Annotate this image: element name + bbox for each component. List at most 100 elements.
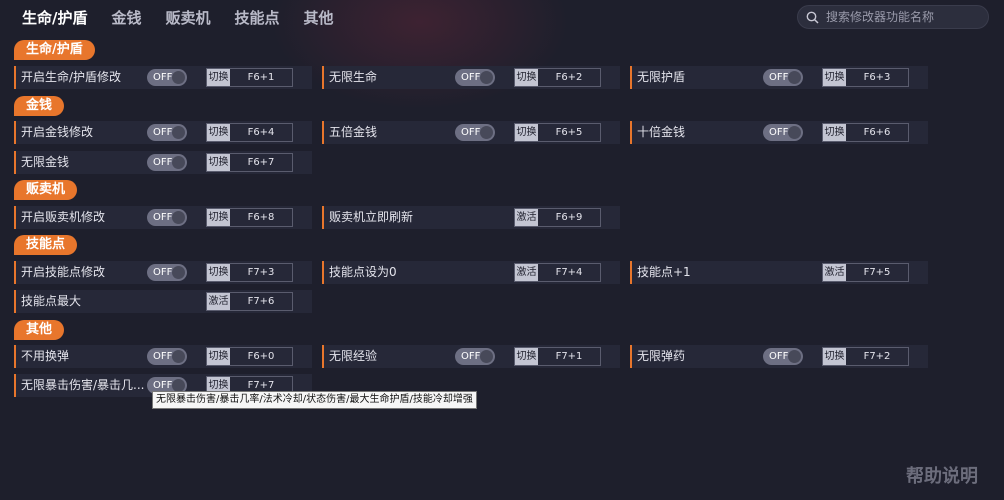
cheat-row: 开启金钱修改 OFF 切换 F6+4 — [14, 121, 312, 144]
hotkey-mode[interactable]: 激活 — [515, 209, 538, 226]
cheat-row: 不用换弹 OFF 切换 F6+0 — [14, 345, 312, 368]
category-nav: 生命/护盾 金钱 贩卖机 技能点 其他 — [22, 4, 358, 31]
hotkey-mode[interactable]: 切换 — [207, 264, 230, 281]
cheat-label: 技能点+1 — [637, 265, 691, 279]
hotkey-mode[interactable]: 激活 — [823, 264, 846, 281]
toggle-knob — [172, 156, 185, 169]
help-link[interactable]: 帮助说明 — [906, 462, 978, 488]
toggle-switch[interactable]: OFF — [455, 124, 495, 141]
toggle-state: OFF — [153, 351, 173, 362]
cheat-label: 技能点最大 — [21, 294, 82, 308]
cheat-row: 开启技能点修改 OFF 切换 F7+3 — [14, 261, 312, 284]
toggle-switch[interactable]: OFF — [147, 209, 187, 226]
hotkey-mode[interactable]: 切换 — [515, 124, 538, 141]
toggle-switch[interactable]: OFF — [147, 154, 187, 171]
hotkey-field[interactable]: 切换 F6+0 — [206, 347, 293, 366]
hotkey-mode[interactable]: 激活 — [515, 264, 538, 281]
hotkey-mode[interactable]: 切换 — [823, 348, 846, 365]
tab-4[interactable]: 其他 — [304, 4, 334, 31]
cheat-label: 无限暴击伤害/暴击几... — [21, 378, 145, 392]
hotkey-mode[interactable]: 切换 — [823, 124, 846, 141]
hotkey-field[interactable]: 切换 F6+8 — [206, 208, 293, 227]
cheat-label: 无限生命 — [329, 70, 378, 84]
toggle-switch[interactable]: OFF — [147, 69, 187, 86]
toggle-state: OFF — [769, 127, 789, 138]
cheat-row: 无限金钱 OFF 切换 F6+7 — [14, 151, 312, 174]
hotkey-key: F7+2 — [863, 351, 891, 362]
toggle-knob — [480, 126, 493, 139]
hotkey-mode[interactable]: 切换 — [515, 69, 538, 86]
hotkey-mode[interactable]: 切换 — [515, 348, 538, 365]
hotkey-field[interactable]: 切换 F6+6 — [822, 123, 909, 142]
hotkey-mode[interactable]: 切换 — [207, 124, 230, 141]
search-box[interactable] — [797, 5, 989, 29]
section-title: 贩卖机 — [14, 180, 78, 200]
cheat-label: 不用换弹 — [21, 349, 70, 363]
hotkey-field[interactable]: 切换 F6+4 — [206, 123, 293, 142]
cheat-label: 无限金钱 — [21, 155, 70, 169]
hotkey-mode[interactable]: 切换 — [207, 154, 230, 171]
cheat-label: 开启贩卖机修改 — [21, 210, 106, 224]
toggle-switch[interactable]: OFF — [147, 124, 187, 141]
hotkey-field[interactable]: 切换 F6+2 — [514, 68, 601, 87]
toggle-switch[interactable]: OFF — [455, 348, 495, 365]
cheat-label: 开启技能点修改 — [21, 265, 106, 279]
hotkey-field[interactable]: 激活 F7+4 — [514, 263, 601, 282]
hotkey-key: F7+1 — [555, 351, 583, 362]
hotkey-field[interactable]: 激活 F7+6 — [206, 292, 293, 311]
tab-2[interactable]: 贩卖机 — [166, 4, 211, 31]
toggle-switch[interactable]: OFF — [147, 348, 187, 365]
cheat-label: 无限弹药 — [637, 349, 686, 363]
toggle-state: OFF — [461, 72, 481, 83]
hotkey-mode[interactable]: 切换 — [207, 209, 230, 226]
hotkey-mode[interactable]: 切换 — [823, 69, 846, 86]
hotkey-field[interactable]: 切换 F6+7 — [206, 153, 293, 172]
cheat-row: 无限弹药 OFF 切换 F7+2 — [630, 345, 928, 368]
toggle-state: OFF — [461, 351, 481, 362]
hotkey-field[interactable]: 切换 F7+1 — [514, 347, 601, 366]
hotkey-key: F6+0 — [247, 351, 275, 362]
tab-3[interactable]: 技能点 — [235, 4, 280, 31]
toggle-knob — [172, 350, 185, 363]
toggle-state: OFF — [153, 157, 173, 168]
tab-1[interactable]: 金钱 — [111, 4, 141, 31]
toggle-state: OFF — [461, 127, 481, 138]
hotkey-field[interactable]: 切换 F6+5 — [514, 123, 601, 142]
toggle-knob — [172, 126, 185, 139]
toggle-state: OFF — [153, 72, 173, 83]
cheat-label: 五倍金钱 — [329, 125, 378, 139]
toggle-switch[interactable]: OFF — [455, 69, 495, 86]
cheat-row: 开启生命/护盾修改 OFF 切换 F6+1 — [14, 66, 312, 89]
hotkey-mode[interactable]: 激活 — [207, 293, 230, 310]
hotkey-field[interactable]: 切换 F6+1 — [206, 68, 293, 87]
section-title: 生命/护盾 — [14, 40, 95, 60]
cheat-row: 技能点最大 激活 F7+6 — [14, 290, 312, 313]
toggle-switch[interactable]: OFF — [147, 264, 187, 281]
tab-0[interactable]: 生命/护盾 — [22, 4, 87, 31]
toggle-knob — [788, 126, 801, 139]
hotkey-field[interactable]: 激活 F7+5 — [822, 263, 909, 282]
hotkey-key: F6+6 — [863, 127, 891, 138]
section-title: 其他 — [14, 320, 65, 340]
toggle-switch[interactable]: OFF — [763, 69, 803, 86]
toggle-knob — [788, 71, 801, 84]
search-input[interactable] — [824, 9, 978, 25]
toggle-knob — [480, 71, 493, 84]
toggle-state: OFF — [153, 267, 173, 278]
cheat-label: 十倍金钱 — [637, 125, 686, 139]
toggle-switch[interactable]: OFF — [763, 124, 803, 141]
hotkey-key: F7+3 — [247, 267, 275, 278]
cheat-label: 无限经验 — [329, 349, 378, 363]
hotkey-mode[interactable]: 切换 — [207, 348, 230, 365]
toggle-switch[interactable]: OFF — [763, 348, 803, 365]
hotkey-key: F6+9 — [555, 212, 583, 223]
cheat-label: 开启生命/护盾修改 — [21, 70, 122, 84]
hotkey-mode[interactable]: 切换 — [207, 69, 230, 86]
toggle-state: OFF — [153, 212, 173, 223]
hotkey-field[interactable]: 激活 F6+9 — [514, 208, 601, 227]
hotkey-key: F6+8 — [247, 212, 275, 223]
tooltip: 无限暴击伤害/暴击几率/法术冷却/状态伤害/最大生命护盾/技能冷却增强 — [152, 391, 477, 409]
hotkey-field[interactable]: 切换 F7+3 — [206, 263, 293, 282]
hotkey-field[interactable]: 切换 F7+2 — [822, 347, 909, 366]
hotkey-field[interactable]: 切换 F6+3 — [822, 68, 909, 87]
